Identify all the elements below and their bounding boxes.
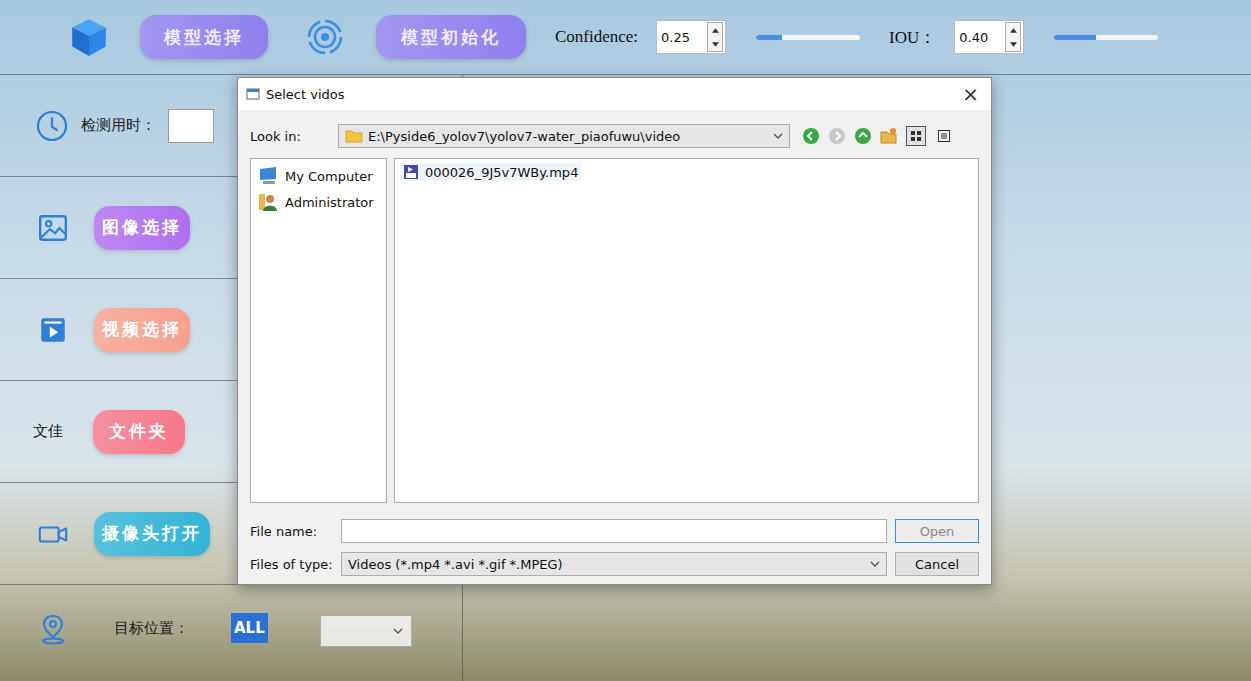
spin-box[interactable]: 0.25 bbox=[656, 20, 726, 54]
spin-value: 0.40 bbox=[959, 30, 988, 45]
slider-fill bbox=[756, 35, 782, 40]
folder-icon bbox=[345, 129, 363, 143]
detect-time-label: 检测用时： bbox=[81, 116, 156, 135]
file-name: 000026_9J5v7WBy.mp4 bbox=[425, 165, 578, 180]
location-icon bbox=[37, 613, 69, 645]
folder-button[interactable]: 文件夹 bbox=[93, 410, 185, 454]
place-label: Administrator bbox=[285, 195, 374, 210]
video-button[interactable]: 视频选择 bbox=[94, 308, 190, 352]
spin-value: 0.25 bbox=[661, 30, 690, 45]
app-window: 模型选择 模型初始化 Confidence: 0.25 IOU： 0.40 检测… bbox=[0, 0, 1251, 681]
camera-icon bbox=[37, 518, 69, 550]
close-button[interactable]: × bbox=[958, 82, 983, 106]
chevron-icon bbox=[773, 133, 783, 139]
toolbar: 模型选择 模型初始化 Confidence: 0.25 IOU： 0.40 bbox=[0, 0, 1251, 75]
model-init-button[interactable]: 模型初始化 bbox=[376, 15, 526, 59]
target-label: 目标位置： bbox=[114, 619, 189, 638]
up-arrow-icon[interactable] bbox=[1010, 28, 1017, 33]
video-file-icon bbox=[403, 164, 419, 180]
places-list: My Computer Administrator bbox=[250, 158, 387, 503]
file-item[interactable]: 000026_9J5v7WBy.mp4 bbox=[400, 163, 581, 181]
file-list: 000026_9J5v7WBy.mp4 bbox=[394, 158, 979, 503]
folder-caption: 文佳 bbox=[33, 422, 68, 441]
image-icon bbox=[37, 212, 69, 244]
file-type-label: Files of type: bbox=[250, 557, 330, 572]
slider[interactable] bbox=[756, 35, 860, 40]
look-in-row: Look in: E:\Pyside6_yolov7\yolov7-water_… bbox=[250, 124, 979, 148]
detect-time-field[interactable] bbox=[168, 109, 214, 143]
target-icon bbox=[305, 17, 345, 57]
param-label: IOU： bbox=[889, 26, 936, 49]
chevron-icon bbox=[393, 628, 403, 634]
place-label: My Computer bbox=[285, 169, 373, 184]
up-arrow-icon[interactable] bbox=[712, 28, 719, 33]
up-icon[interactable] bbox=[854, 127, 872, 145]
icons-view-button[interactable] bbox=[906, 126, 926, 146]
camera-button[interactable]: 摄像头打开 bbox=[94, 512, 210, 556]
slider-fill bbox=[1054, 35, 1096, 40]
dialog-form: File name: Open Files of type: Videos (*… bbox=[250, 519, 979, 576]
target-dropdown[interactable] bbox=[320, 615, 412, 647]
file-dialog: Select vidos × Look in: E:\Pyside6_yolov… bbox=[237, 77, 992, 585]
icon-view-icon bbox=[909, 129, 923, 143]
file-browser: My Computer Administrator 000026_9J5v7WB… bbox=[250, 158, 979, 503]
forward-icon[interactable] bbox=[828, 127, 846, 145]
spin-box[interactable]: 0.40 bbox=[954, 20, 1024, 54]
file-type-combo[interactable]: Videos (*.mp4 *.avi *.gif *.MPEG) bbox=[341, 552, 887, 576]
new-folder-icon[interactable] bbox=[880, 127, 898, 145]
spin-arrows[interactable] bbox=[1005, 22, 1021, 52]
dialog-title: Select vidos bbox=[266, 87, 952, 102]
clock-icon bbox=[35, 109, 69, 143]
cancel-button[interactable]: Cancel bbox=[895, 552, 979, 576]
target-row: 目标位置： ALL bbox=[0, 585, 462, 681]
open-button[interactable]: Open bbox=[895, 519, 979, 543]
user-icon bbox=[257, 192, 279, 212]
cube-icon bbox=[68, 16, 110, 58]
file-name-field[interactable] bbox=[341, 519, 887, 543]
image-button[interactable]: 图像选择 bbox=[94, 206, 190, 250]
place-item[interactable]: My Computer bbox=[251, 163, 386, 189]
detail-view-icon bbox=[937, 129, 951, 143]
param-label: Confidence: bbox=[555, 27, 638, 47]
chevron-icon bbox=[870, 561, 880, 567]
place-item[interactable]: Administrator bbox=[251, 189, 386, 215]
down-arrow-icon[interactable] bbox=[1010, 42, 1017, 47]
dialog-title-bar: Select vidos × bbox=[238, 78, 991, 110]
slider[interactable] bbox=[1054, 35, 1158, 40]
computer-icon bbox=[257, 166, 279, 186]
path-text: E:\Pyside6_yolov7\yolov7-water_piaofuwu\… bbox=[368, 129, 768, 144]
window-icon bbox=[246, 87, 260, 101]
back-icon[interactable] bbox=[802, 127, 820, 145]
spin-arrows[interactable] bbox=[707, 22, 723, 52]
nav-buttons bbox=[802, 126, 954, 146]
file-name-label: File name: bbox=[250, 524, 330, 539]
detail-view-button[interactable] bbox=[934, 126, 954, 146]
down-arrow-icon[interactable] bbox=[712, 42, 719, 47]
video-icon bbox=[37, 314, 69, 346]
dialog-body: Look in: E:\Pyside6_yolov7\yolov7-water_… bbox=[238, 110, 991, 586]
path-combo[interactable]: E:\Pyside6_yolov7\yolov7-water_piaofuwu\… bbox=[338, 124, 790, 148]
look-in-label: Look in: bbox=[250, 129, 330, 144]
file-type-text: Videos (*.mp4 *.avi *.gif *.MPEG) bbox=[348, 557, 865, 572]
model-select-button[interactable]: 模型选择 bbox=[140, 15, 268, 59]
all-badge[interactable]: ALL bbox=[231, 613, 268, 643]
